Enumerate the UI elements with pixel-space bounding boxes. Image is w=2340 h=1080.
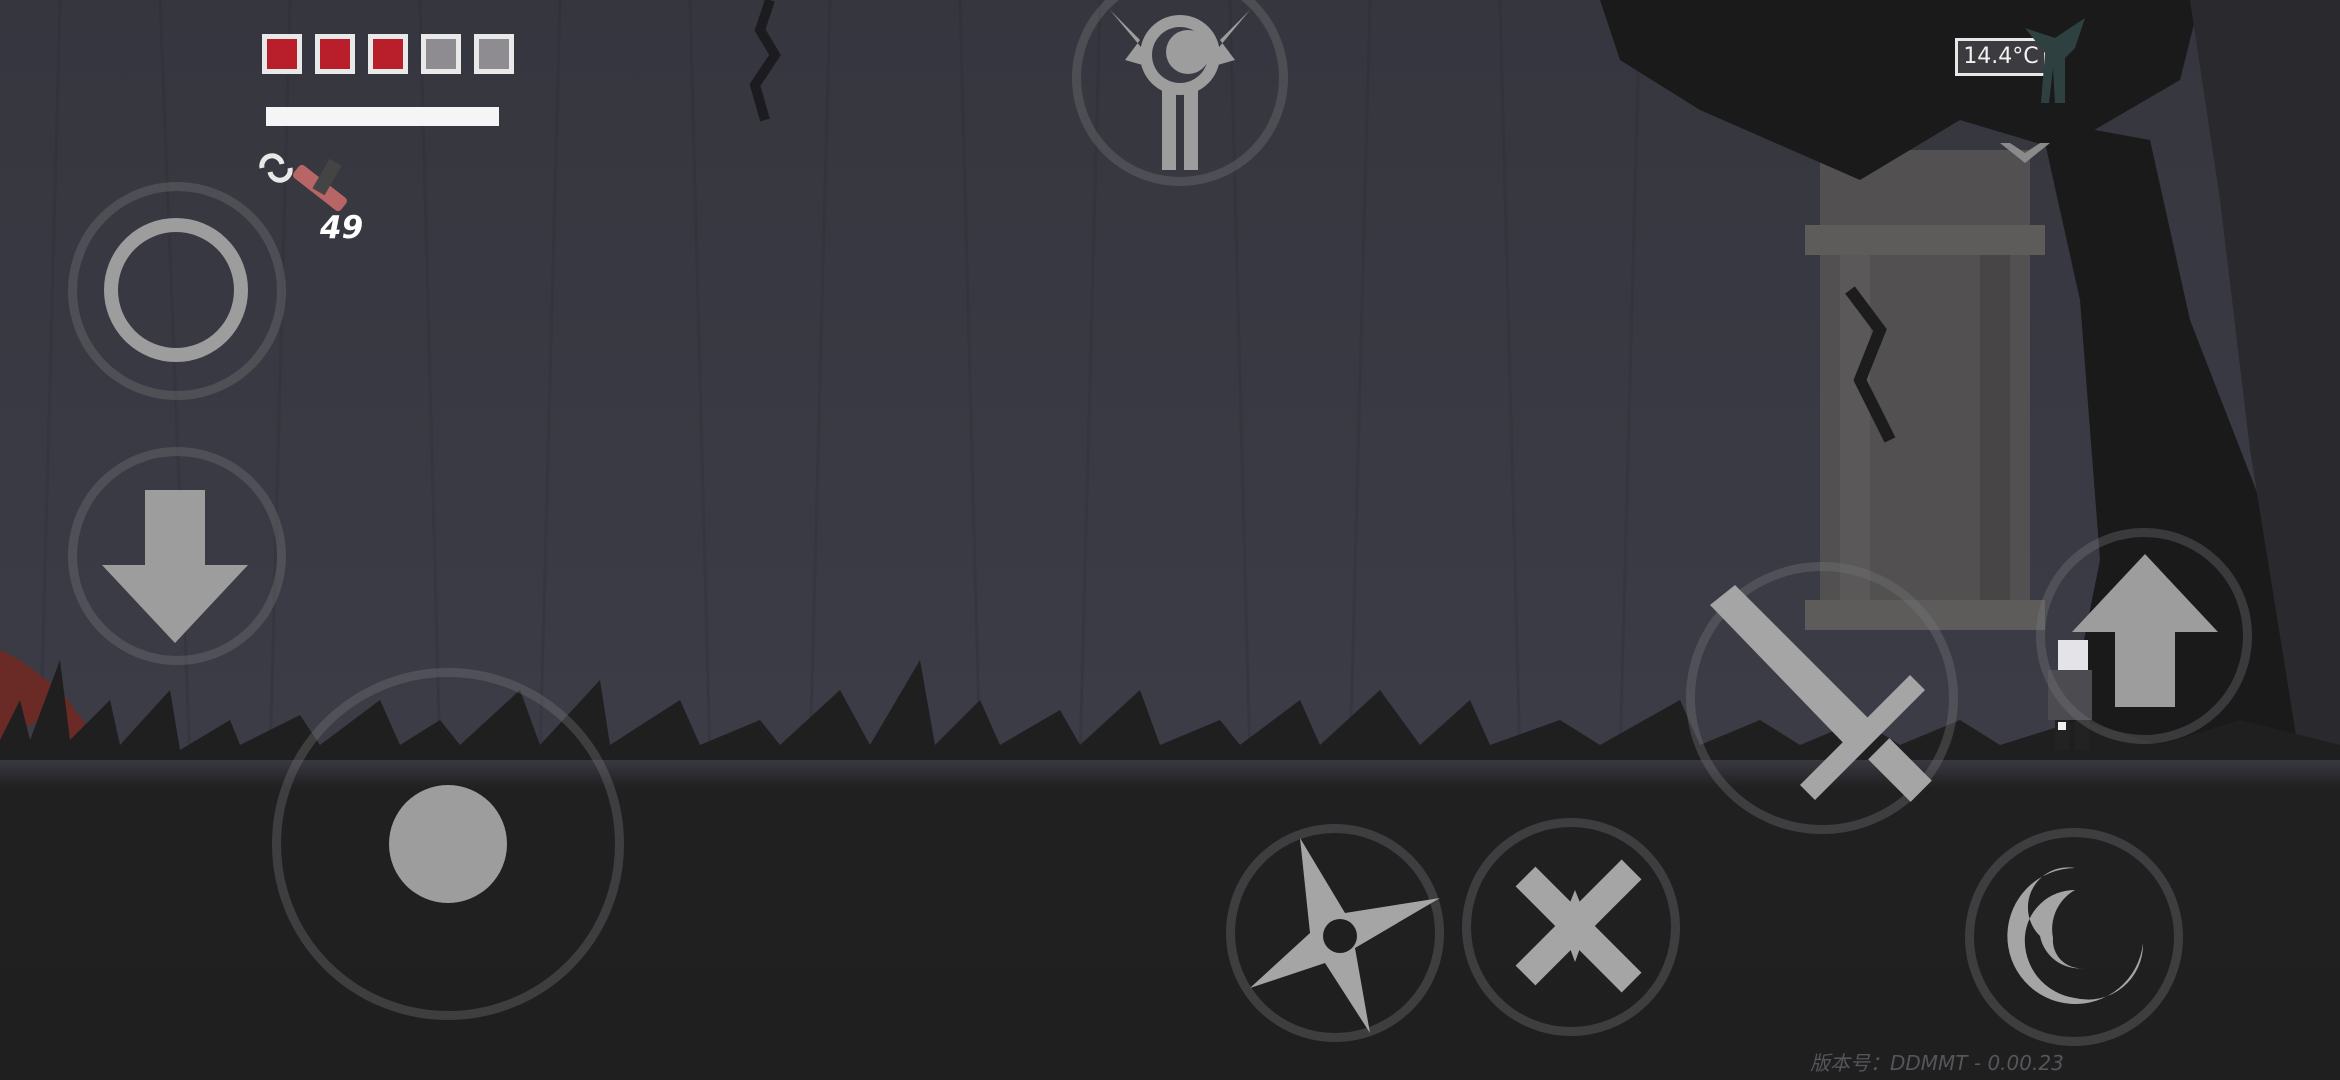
ammo-count: 49 [320,210,364,246]
stone-pillar [1805,150,2045,630]
stamina-fill [266,107,499,126]
shuriken-throw-icon [1250,838,1440,1033]
health-cell-empty [421,34,461,74]
health-cell-full [368,34,408,74]
chevron-down-icon[interactable] [1995,138,2055,168]
hanging-vine [749,0,781,122]
joystick-knob[interactable] [389,785,507,903]
circle-button-icon [104,218,248,362]
stamina-track [266,107,499,126]
health-cell-empty [474,34,514,74]
version-label: 版本号：DDMMT - 0.00.23 [1810,1051,2064,1075]
game-viewport[interactable]: 49 14.4°C 版本号：DDMMT - 0.00.23 [0,0,2340,1080]
health-cell-full [262,34,302,74]
sword-attack-icon [1710,585,1932,802]
crow-figure [2025,18,2085,103]
crossed-blades-parry-icon [1515,859,1642,993]
health-cell-full [315,34,355,74]
up-arrow-jump-icon [2072,554,2218,707]
down-arrow-icon [102,490,248,643]
spiral-dash-icon [2007,867,2144,1004]
crescent-moon-wings-emblem[interactable] [1090,0,1270,180]
